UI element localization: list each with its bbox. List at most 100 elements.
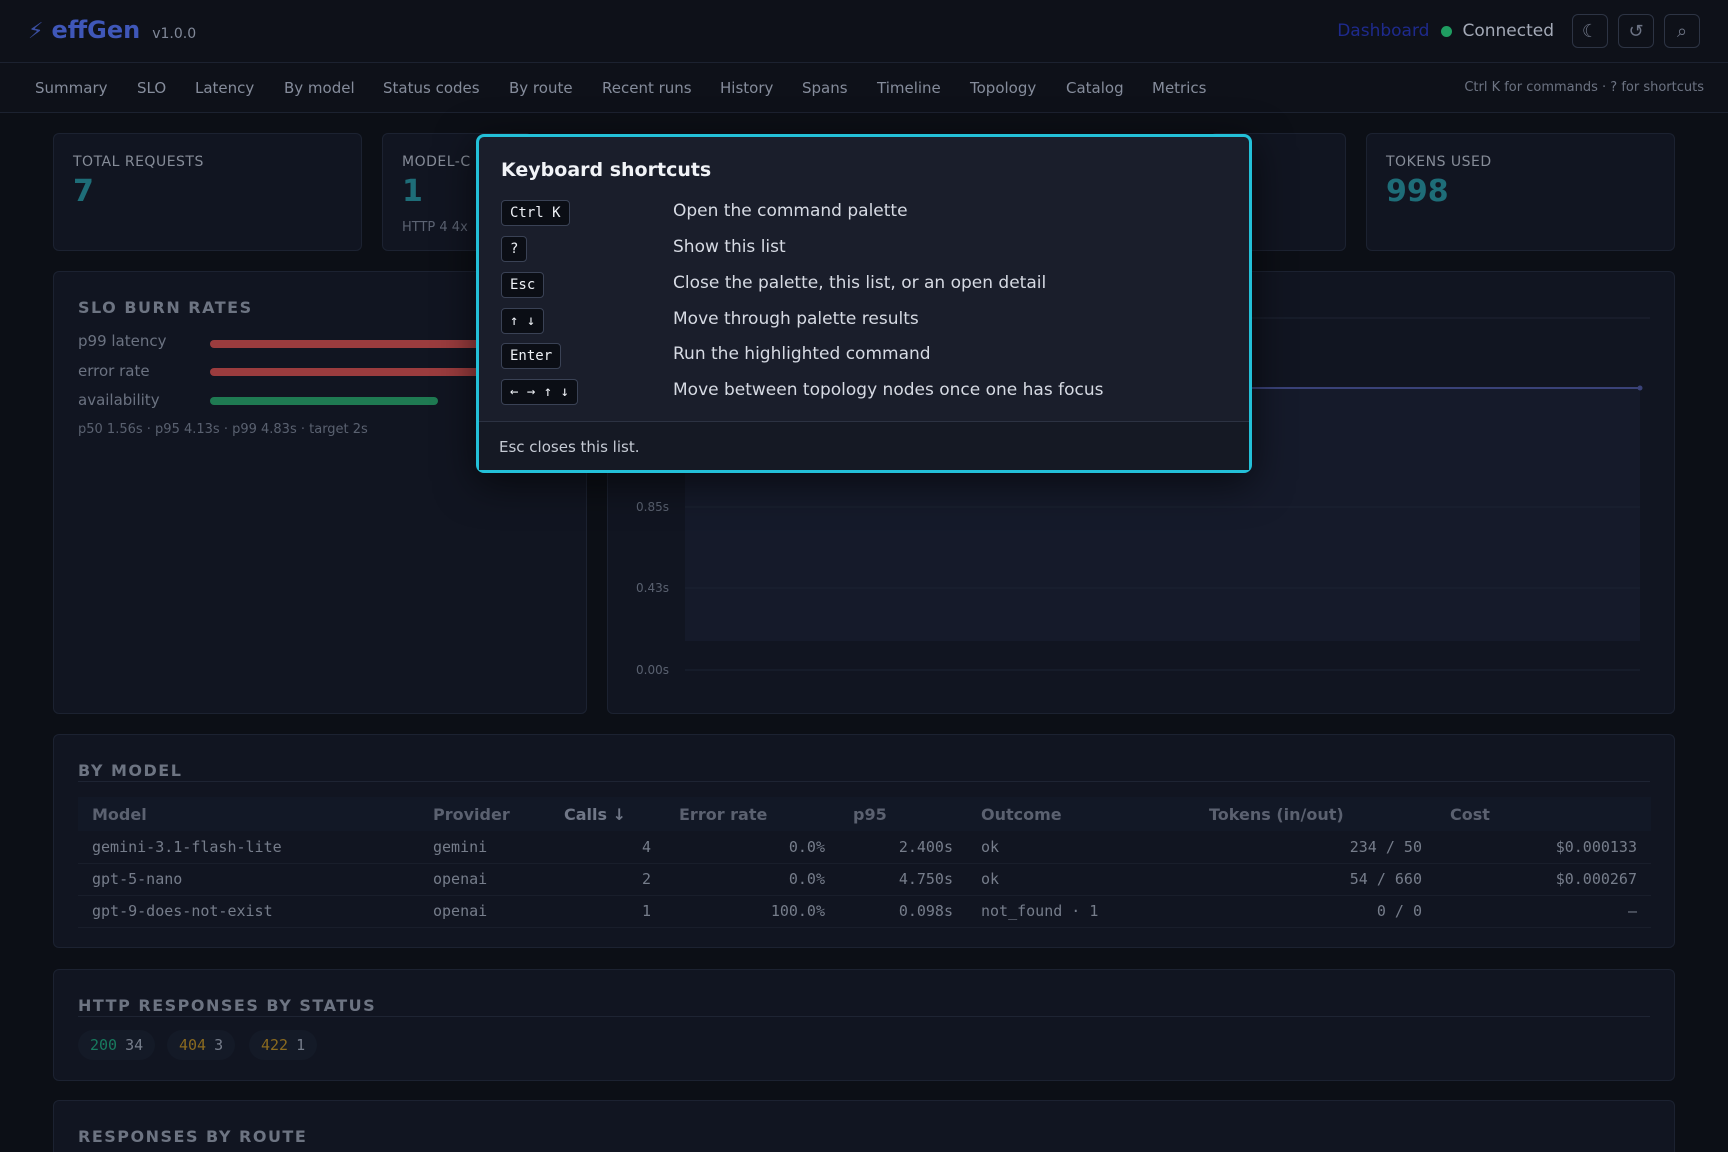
shortcut-key: Ctrl K [501,200,570,226]
table-row[interactable]: gemini-3.1-flash-lite gemini 4 0.0% 2.40… [78,831,1651,864]
shortcut-description: Close the palette, this list, or an open… [673,273,1047,293]
column-header[interactable]: p95 [839,797,967,831]
status-count: 34 [125,1036,144,1054]
dashboard-link[interactable]: Dashboard [1337,21,1429,41]
section-title: RESPONSES BY ROUTE [78,1127,308,1146]
shortcut-key: Enter [501,343,562,369]
http-status-card: HTTP RESPONSES BY STATUS 200 34 404 3 42… [53,969,1675,1081]
by-model-card: BY MODEL Model Provider Calls ↓ Error ra… [53,734,1675,948]
shortcuts-dialog[interactable]: Keyboard shortcuts Ctrl K Open the comma… [476,134,1252,473]
tab-spans[interactable]: Spans [802,79,848,97]
tab-latency[interactable]: Latency [195,79,254,97]
shortcut-key: ↑ ↓ [501,308,545,334]
divider [78,781,1650,782]
dialog-footer-text: Esc closes this list. [499,438,640,456]
search-icon: ⌕ [1676,20,1688,42]
tab-timeline[interactable]: Timeline [877,79,941,97]
slo-label: p99 latency [78,332,167,350]
table-row[interactable]: gpt-9-does-not-exist openai 1 100.0% 0.0… [78,895,1651,928]
cell-model: gemini-3.1-flash-lite [78,831,419,864]
cell-outcome: ok [967,863,1195,896]
kpi-card-tokens: TOKENS USED 998 [1366,133,1675,251]
shortcut-hint: Ctrl K for commands · ? for shortcuts [1464,80,1704,95]
tab-by-route[interactable]: By route [509,79,573,97]
divider [78,1016,1650,1017]
status-code: 404 [179,1036,207,1054]
status-count: 3 [214,1036,224,1054]
cell-calls: 2 [550,863,665,896]
tab-recent-runs[interactable]: Recent runs [602,79,692,97]
status-count: 1 [296,1036,306,1054]
kpi-label: TOKENS USED [1386,154,1492,170]
moon-icon: ☾ [1581,20,1599,42]
kpi-value: 998 [1386,174,1449,209]
shortcut-key: Esc [501,272,545,298]
tab-metrics[interactable]: Metrics [1152,79,1206,97]
cell-cost: – [1436,895,1651,928]
cell-calls: 1 [550,895,665,928]
cell-outcome: ok [967,831,1195,864]
status-code: 200 [90,1036,118,1054]
tab-slo[interactable]: SLO [137,79,166,97]
section-title: BY MODEL [78,761,183,780]
column-header[interactable]: Model [78,797,419,831]
theme-toggle-button[interactable]: ☾ [1572,14,1608,48]
connection-status: Connected [1462,21,1554,41]
slo-bar [210,340,510,348]
cell-outcome-error: not_found · 1 [967,895,1195,928]
tab-summary[interactable]: Summary [35,79,108,97]
shortcut-key: ? [501,236,528,262]
top-bar: ⚡ effGen v1.0.0 Dashboard Connected ☾ ↺ … [0,0,1728,63]
shortcut-description: Move through palette results [673,309,919,329]
shortcut-key: ← → ↑ ↓ [501,379,579,405]
section-title: SLO BURN RATES [78,298,253,317]
cell-error-rate: 100.0% [665,895,839,928]
slo-bar [210,368,510,376]
kpi-label: MODEL-C [402,154,471,170]
cell-provider: openai [419,863,550,896]
search-button[interactable]: ⌕ [1664,14,1700,48]
status-code: 422 [261,1036,289,1054]
y-tick-label: 0.00s [636,663,669,677]
version-label: v1.0.0 [152,26,197,42]
brand[interactable]: ⚡ effGen v1.0.0 [28,16,196,44]
dialog-footer: Esc closes this list. [479,421,1249,470]
cell-error-rate: 0.0% [665,863,839,896]
by-route-card: RESPONSES BY ROUTE [53,1100,1675,1152]
kpi-value: 7 [73,174,94,209]
cell-error-rate: 0.0% [665,831,839,864]
tab-by-model[interactable]: By model [284,79,355,97]
tab-catalog[interactable]: Catalog [1066,79,1124,97]
table-row[interactable]: gpt-5-nano openai 2 0.0% 4.750s ok 54 / … [78,863,1651,896]
status-badge-200[interactable]: 200 34 [78,1030,156,1060]
status-dot-icon [1441,25,1453,37]
tab-topology[interactable]: Topology [970,79,1036,97]
dialog-title: Keyboard shortcuts [501,159,712,181]
status-badge-422[interactable]: 422 1 [249,1030,318,1060]
header-actions: Dashboard Connected ☾ ↺ ⌕ [1337,14,1700,48]
tab-history[interactable]: History [720,79,773,97]
shortcut-description: Run the highlighted command [673,344,931,364]
column-header[interactable]: Cost [1436,797,1651,831]
column-header[interactable]: Provider [419,797,550,831]
cell-provider: gemini [419,831,550,864]
column-header[interactable]: Tokens (in/out) [1195,797,1436,831]
y-tick-label: 0.43s [636,581,669,595]
shortcut-description: Show this list [673,237,786,257]
status-badge-404[interactable]: 404 3 [167,1030,236,1060]
column-header[interactable]: Outcome [967,797,1195,831]
cell-tokens: 0 / 0 [1195,895,1436,928]
models-table: Model Provider Calls ↓ Error rate p95 Ou… [78,797,1651,928]
shortcut-description: Open the command palette [673,201,908,221]
cell-p95: 0.098s [839,895,967,928]
brand-name: effGen [51,16,141,44]
column-header-sorted[interactable]: Calls ↓ [550,797,665,831]
column-header[interactable]: Error rate [665,797,839,831]
refresh-button[interactable]: ↺ [1618,14,1654,48]
kpi-value: 1 [402,174,423,209]
cell-tokens: 54 / 660 [1195,863,1436,896]
refresh-icon: ↺ [1628,20,1644,42]
slo-bar [210,397,438,405]
tab-status-codes[interactable]: Status codes [383,79,480,97]
cell-calls: 4 [550,831,665,864]
